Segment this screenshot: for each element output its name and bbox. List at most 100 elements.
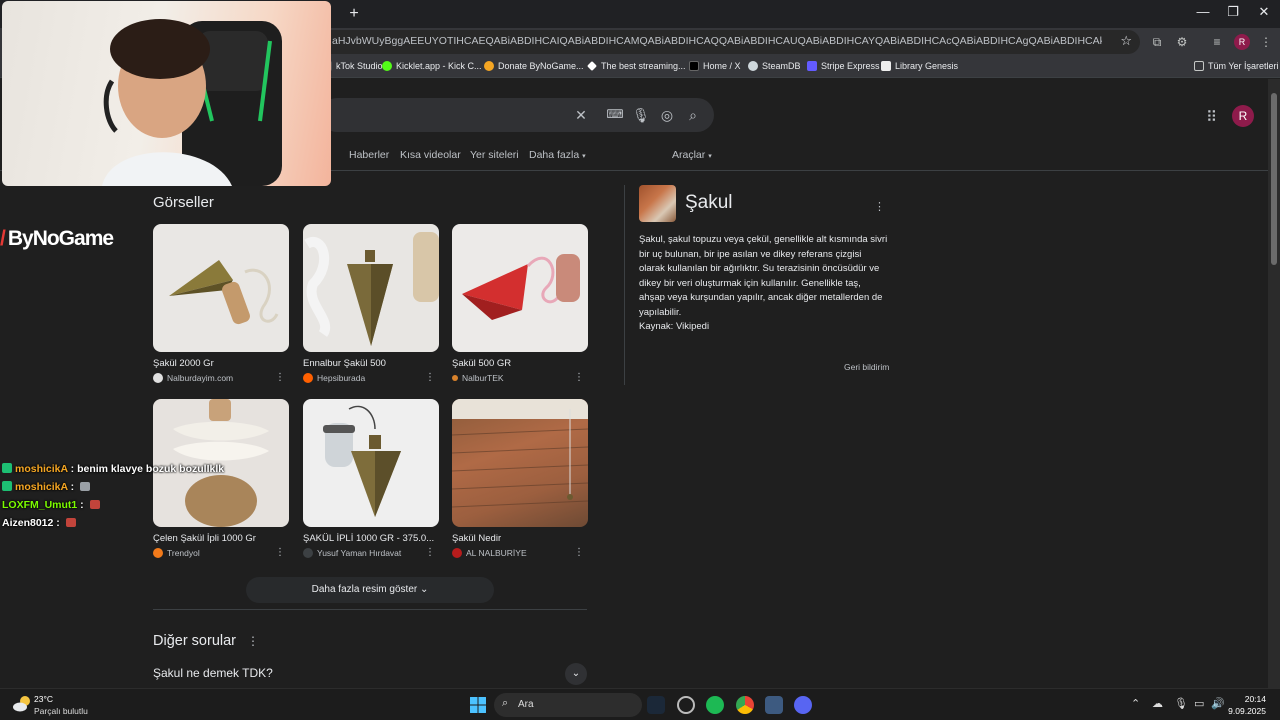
network-icon[interactable]: ▭: [1194, 697, 1204, 710]
image-source[interactable]: Hepsiburada ⋮: [303, 372, 439, 383]
image-caption[interactable]: Şakül Nedir: [452, 533, 588, 544]
apps-grid-icon[interactable]: ⠿: [1206, 108, 1217, 126]
start-windows-icon[interactable]: [469, 696, 487, 714]
menu-icon[interactable]: ⋮: [1258, 34, 1274, 50]
image-source[interactable]: Trendyol ⋮: [153, 547, 289, 558]
image-source[interactable]: Nalburdayim.com ⋮: [153, 372, 289, 383]
search-icon: ⌕: [502, 697, 509, 709]
image-result[interactable]: Çelen Şakül İpli 1000 Gr Trendyol ⋮: [153, 399, 289, 558]
bookmark-item[interactable]: Donate ByNoGame...: [484, 61, 584, 71]
bookmark-star-icon[interactable]: ☆: [1120, 33, 1132, 49]
image-caption[interactable]: Şakül 2000 Gr: [153, 358, 289, 369]
result-image[interactable]: [303, 224, 439, 352]
weather-description[interactable]: Parçalı bulutlu: [34, 706, 88, 716]
account-avatar[interactable]: R: [1232, 105, 1254, 127]
microphone-icon[interactable]: 🎙: [1174, 697, 1188, 710]
close-window-button[interactable]: ✕: [1254, 4, 1274, 20]
feedback-link[interactable]: Geri bildirim: [844, 362, 889, 372]
search-icon[interactable]: ⌕: [684, 107, 702, 124]
folder-icon: [1194, 61, 1204, 71]
clock-date[interactable]: 9.09.2025: [1228, 706, 1266, 716]
more-options-icon[interactable]: ⋮: [874, 200, 885, 213]
browser-profile-avatar[interactable]: R: [1234, 34, 1250, 50]
page-scrollbar[interactable]: [1268, 79, 1280, 688]
bookmark-item[interactable]: SteamDB: [748, 61, 801, 71]
result-image[interactable]: [452, 399, 588, 527]
more-images-button[interactable]: Daha fazla resim göster ⌄: [246, 577, 494, 603]
expand-chevron-icon[interactable]: ⌄: [565, 663, 587, 685]
tab-more[interactable]: Daha fazla ▾: [529, 149, 586, 161]
restore-button[interactable]: ❐: [1223, 4, 1243, 20]
taskbar-search[interactable]: ⌕ Ara: [494, 693, 642, 717]
more-options-icon[interactable]: ⋮: [425, 372, 435, 383]
cloud-icon[interactable]: ☁: [1152, 697, 1163, 710]
extensions-icon[interactable]: ⚙: [1174, 34, 1190, 50]
more-options-icon[interactable]: ⋮: [574, 372, 584, 383]
bookmark-item[interactable]: Stripe Express: [807, 61, 880, 71]
tab-places[interactable]: Yer siteleri: [470, 149, 519, 161]
more-options-icon[interactable]: ⋮: [275, 372, 285, 383]
clock-time[interactable]: 20:14: [1245, 694, 1266, 704]
translate-icon[interactable]: ⧉: [1149, 34, 1165, 50]
tools-button[interactable]: Araçlar ▾: [672, 149, 712, 161]
knowledge-panel-source[interactable]: Kaynak: Vikipedi: [639, 321, 709, 332]
new-tab-button[interactable]: +: [346, 6, 362, 22]
more-options-icon[interactable]: ⋮: [574, 547, 584, 558]
scrollbar-thumb[interactable]: [1271, 93, 1277, 265]
minimize-button[interactable]: —: [1193, 4, 1213, 19]
url-text[interactable]: aHJvbWUyBggAEEUYOTIHCAEQABiABDIHCAIQABiA…: [332, 35, 1102, 47]
chevron-up-icon[interactable]: ⌃: [1131, 697, 1140, 710]
volume-icon[interactable]: 🔊: [1211, 697, 1225, 710]
bookmark-item[interactable]: Library Genesis: [881, 61, 958, 71]
bookmark-item[interactable]: The best streaming...: [587, 61, 686, 71]
clear-icon[interactable]: ✕: [572, 107, 590, 124]
bookmark-item[interactable]: kTok Studio: [322, 61, 383, 71]
all-bookmarks[interactable]: Tüm Yer İşaretleri: [1194, 61, 1279, 71]
knowledge-panel-border: [624, 185, 625, 385]
chat-separator: :: [77, 499, 87, 511]
result-image[interactable]: [303, 399, 439, 527]
image-caption[interactable]: Şakül 500 GR: [452, 358, 588, 369]
image-source[interactable]: Yusuf Yaman Hırdavat ⋮: [303, 547, 439, 558]
keyboard-icon[interactable]: ⌨: [606, 107, 624, 121]
bookmark-label: Stripe Express: [821, 61, 880, 71]
weather-temperature[interactable]: 23°C: [34, 694, 53, 704]
lens-icon[interactable]: ◎: [658, 107, 676, 124]
spotify-icon[interactable]: [706, 696, 724, 714]
microphone-icon[interactable]: 🎙: [632, 107, 650, 124]
address-bar[interactable]: aHJvbWUyBggAEEUYOTIHCAEQABiABDIHCAIQABiA…: [320, 30, 1140, 54]
result-image[interactable]: [153, 224, 289, 352]
bookmark-item[interactable]: Kicklet.app - Kick C...: [382, 61, 482, 71]
tab-news[interactable]: Haberler: [349, 149, 389, 161]
image-result[interactable]: Şakül 500 GR NalburTEK ⋮: [452, 224, 588, 383]
bookmark-item[interactable]: Home / X: [689, 61, 741, 71]
x-icon: [689, 61, 699, 71]
tab-short-videos[interactable]: Kısa videolar: [400, 149, 461, 161]
image-result[interactable]: Ennalbur Şakül 500 Hepsiburada ⋮: [303, 224, 439, 383]
chat-message: moshicikA : benim klavye bozuk bozulIklk: [2, 463, 224, 475]
result-image[interactable]: [452, 224, 588, 352]
image-caption[interactable]: ŞAKÜL İPLİ 1000 GR - 375.0...: [303, 533, 439, 544]
more-options-icon[interactable]: ⋮: [425, 547, 435, 558]
discord-icon[interactable]: [794, 696, 812, 714]
more-options-icon[interactable]: ⋮: [275, 547, 285, 558]
image-result[interactable]: Şakül 2000 Gr Nalburdayim.com ⋮: [153, 224, 289, 383]
image-source[interactable]: NalburTEK ⋮: [452, 372, 588, 383]
question-item[interactable]: Şakul ne demek TDK?: [153, 666, 273, 680]
image-result[interactable]: Şakül Nedir AL NALBURİYE ⋮: [452, 399, 588, 558]
chrome-icon[interactable]: [736, 696, 754, 714]
taskbar-search-label: Ara: [518, 699, 534, 710]
plumb-bob-illustration: [462, 254, 580, 320]
knowledge-panel-image[interactable]: [639, 185, 676, 222]
weather-icon[interactable]: [12, 694, 32, 714]
image-source[interactable]: AL NALBURİYE ⋮: [452, 547, 588, 558]
image-caption[interactable]: Ennalbur Şakül 500: [303, 358, 439, 369]
image-result[interactable]: ŞAKÜL İPLİ 1000 GR - 375.0... Yusuf Yama…: [303, 399, 439, 558]
app-icon[interactable]: [765, 696, 783, 714]
more-options-icon[interactable]: ⋮: [247, 634, 259, 648]
search-input[interactable]: ✕ ⌨ 🎙 ◎ ⌕: [320, 98, 714, 132]
steam-icon[interactable]: [647, 696, 665, 714]
reading-list-icon[interactable]: ≡: [1209, 34, 1225, 50]
github-icon[interactable]: [677, 696, 695, 714]
image-caption[interactable]: Çelen Şakül İpli 1000 Gr: [153, 533, 289, 544]
